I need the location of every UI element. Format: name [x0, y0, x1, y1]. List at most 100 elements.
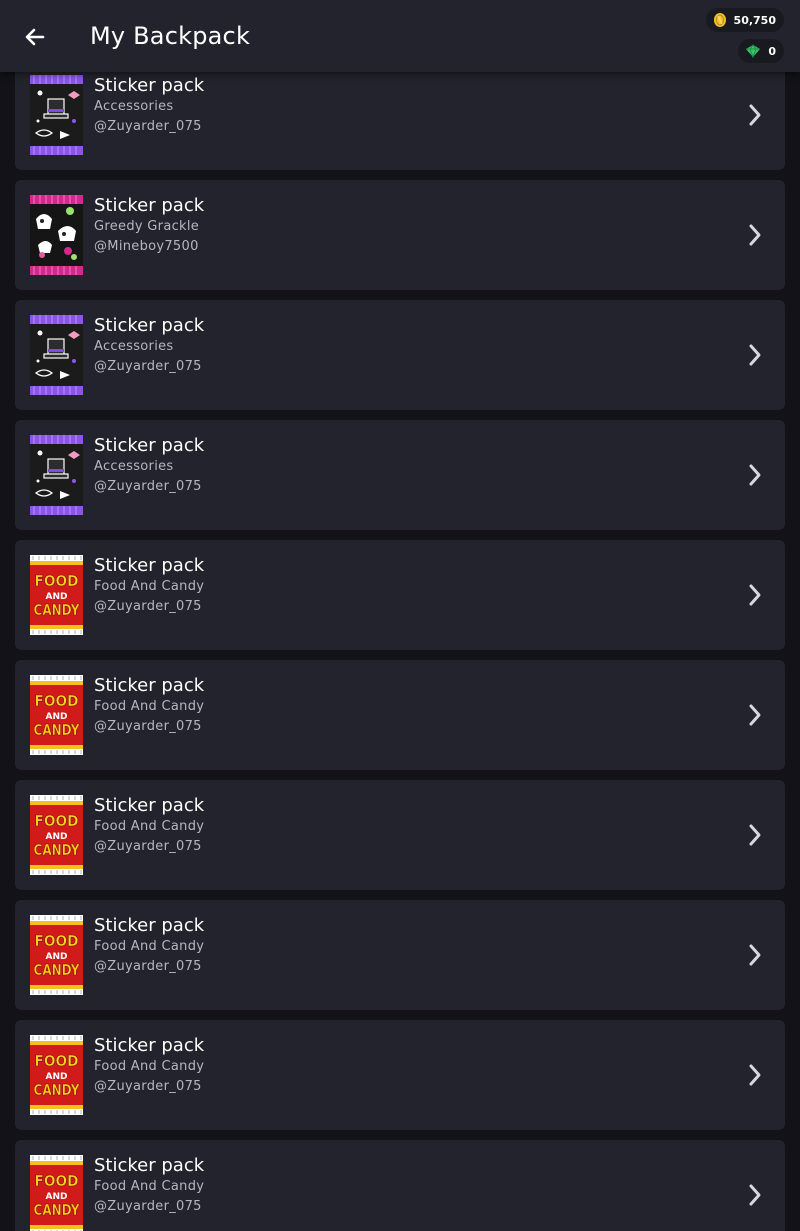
sticker-pack-thumbnail: FOOD AND CANDY	[30, 795, 83, 875]
pack-art-text: FOOD	[35, 572, 79, 590]
chevron-right-icon	[749, 104, 761, 126]
pack-name: Sticker pack	[94, 1035, 205, 1056]
sticker-pack-card[interactable]: Sticker pack Accessories @Zuyarder_075	[15, 300, 785, 410]
sticker-pack-card[interactable]: FOOD AND CANDY Sticker pack Food And Cand…	[15, 1020, 785, 1130]
open-pack-button[interactable]	[745, 1055, 765, 1095]
sticker-pack-thumbnail: FOOD AND CANDY	[30, 675, 83, 755]
open-pack-button[interactable]	[745, 95, 765, 135]
pack-category: Greedy Grackle	[94, 219, 200, 234]
pack-owner: @Zuyarder_075	[94, 599, 202, 614]
open-pack-button[interactable]	[745, 815, 765, 855]
back-button[interactable]	[18, 20, 52, 54]
gem-balance[interactable]: 0	[738, 39, 784, 63]
pack-art-text: CANDY	[34, 721, 81, 739]
sticker-pack-info: Sticker pack Food And Candy @Zuyarder_075	[94, 915, 204, 977]
pack-art-text: FOOD	[35, 812, 79, 830]
sticker-pack-thumbnail: FOOD AND CANDY	[30, 915, 83, 995]
open-pack-button[interactable]	[745, 455, 765, 495]
pack-owner: @Zuyarder_075	[94, 119, 202, 134]
sticker-pack-info: Sticker pack Food And Candy @Zuyarder_075	[94, 795, 204, 857]
sticker-pack-card[interactable]: FOOD AND CANDY Sticker pack Food And Cand…	[15, 900, 785, 1010]
coin-count: 50,750	[733, 13, 776, 27]
pack-owner: @Zuyarder_075	[94, 719, 202, 734]
sticker-pack-card[interactable]: FOOD AND CANDY Sticker pack Food And Cand…	[15, 780, 785, 890]
sticker-pack-info: Sticker pack Accessories @Zuyarder_075	[94, 75, 204, 137]
sticker-pack-card[interactable]: FOOD AND CANDY Sticker pack Food And Cand…	[15, 540, 785, 650]
sticker-pack-card[interactable]: Sticker pack Greedy Grackle @Mineboy7500	[15, 180, 785, 290]
sticker-pack-card[interactable]: FOOD AND CANDY Sticker pack Food And Cand…	[15, 660, 785, 770]
pack-owner: @Zuyarder_075	[94, 479, 202, 494]
open-pack-button[interactable]	[745, 215, 765, 255]
pack-owner: @Zuyarder_075	[94, 1079, 202, 1094]
sticker-pack-thumbnail: FOOD AND CANDY	[30, 555, 83, 635]
sticker-pack-thumbnail: FOOD AND CANDY	[30, 1155, 83, 1231]
open-pack-button[interactable]	[745, 935, 765, 975]
pack-name: Sticker pack	[94, 435, 205, 456]
open-pack-button[interactable]	[745, 1175, 765, 1215]
sticker-pack-info: Sticker pack Food And Candy @Zuyarder_075	[94, 555, 204, 617]
arrow-left-icon	[25, 28, 45, 46]
pack-category: Food And Candy	[94, 579, 205, 594]
food-and-candy-pack-art: FOOD AND CANDY	[30, 795, 83, 875]
pack-owner: @Zuyarder_075	[94, 839, 202, 854]
pack-name: Sticker pack	[94, 315, 205, 336]
food-and-candy-pack-art: FOOD AND CANDY	[30, 915, 83, 995]
pack-owner: @Mineboy7500	[94, 239, 199, 254]
sticker-pack-thumbnail: FOOD AND CANDY	[30, 1035, 83, 1115]
pack-art-text: FOOD	[35, 692, 79, 710]
coin-icon	[712, 12, 728, 28]
food-and-candy-pack-art: FOOD AND CANDY	[30, 555, 83, 635]
chevron-right-icon	[749, 704, 761, 726]
chevron-right-icon	[749, 464, 761, 486]
chevron-right-icon	[749, 1184, 761, 1206]
pack-owner: @Zuyarder_075	[94, 1199, 202, 1214]
pack-owner: @Zuyarder_075	[94, 959, 202, 974]
chevron-right-icon	[749, 224, 761, 246]
pack-art-text: CANDY	[34, 841, 81, 859]
gem-count: 0	[768, 44, 776, 58]
app-header: My Backpack 50,750 0	[0, 0, 800, 72]
open-pack-button[interactable]	[745, 575, 765, 615]
pack-art-text: CANDY	[34, 1081, 81, 1099]
sticker-pack-card[interactable]: Sticker pack Accessories @Zuyarder_075	[15, 420, 785, 530]
sticker-pack-info: Sticker pack Accessories @Zuyarder_075	[94, 315, 204, 377]
sticker-pack-card[interactable]: Sticker pack Accessories @Zuyarder_075	[15, 60, 785, 170]
accessories-pack-art	[30, 315, 83, 395]
chevron-right-icon	[749, 344, 761, 366]
pack-owner: @Zuyarder_075	[94, 359, 202, 374]
pack-category: Accessories	[94, 339, 174, 354]
sticker-pack-thumbnail	[30, 315, 83, 395]
pack-art-text: FOOD	[35, 1052, 79, 1070]
pack-name: Sticker pack	[94, 795, 205, 816]
food-and-candy-pack-art: FOOD AND CANDY	[30, 675, 83, 755]
pack-category: Food And Candy	[94, 1059, 205, 1074]
accessories-pack-art	[30, 435, 83, 515]
sticker-pack-info: Sticker pack Food And Candy @Zuyarder_075	[94, 1155, 204, 1217]
food-and-candy-pack-art: FOOD AND CANDY	[30, 1155, 83, 1231]
gem-icon	[744, 44, 762, 58]
open-pack-button[interactable]	[745, 695, 765, 735]
open-pack-button[interactable]	[745, 335, 765, 375]
sticker-pack-info: Sticker pack Food And Candy @Zuyarder_075	[94, 1035, 204, 1097]
sticker-pack-thumbnail	[30, 195, 83, 275]
chevron-right-icon	[749, 824, 761, 846]
pack-name: Sticker pack	[94, 555, 205, 576]
sticker-pack-info: Sticker pack Greedy Grackle @Mineboy7500	[94, 195, 204, 257]
sticker-pack-thumbnail	[30, 75, 83, 155]
sticker-pack-info: Sticker pack Food And Candy @Zuyarder_075	[94, 675, 204, 737]
coin-balance[interactable]: 50,750	[705, 8, 784, 32]
pack-name: Sticker pack	[94, 1155, 205, 1176]
pack-name: Sticker pack	[94, 915, 205, 936]
pack-name: Sticker pack	[94, 195, 205, 216]
pack-category: Accessories	[94, 99, 174, 114]
pack-art-text: CANDY	[34, 601, 81, 619]
pack-category: Accessories	[94, 459, 174, 474]
sticker-pack-card[interactable]: FOOD AND CANDY Sticker pack Food And Cand…	[15, 1140, 785, 1231]
sticker-pack-thumbnail	[30, 435, 83, 515]
pack-category: Food And Candy	[94, 819, 205, 834]
pack-category: Food And Candy	[94, 1179, 205, 1194]
accessories-pack-art	[30, 75, 83, 155]
pack-art-text: CANDY	[34, 961, 81, 979]
chevron-right-icon	[749, 944, 761, 966]
pack-category: Food And Candy	[94, 939, 205, 954]
